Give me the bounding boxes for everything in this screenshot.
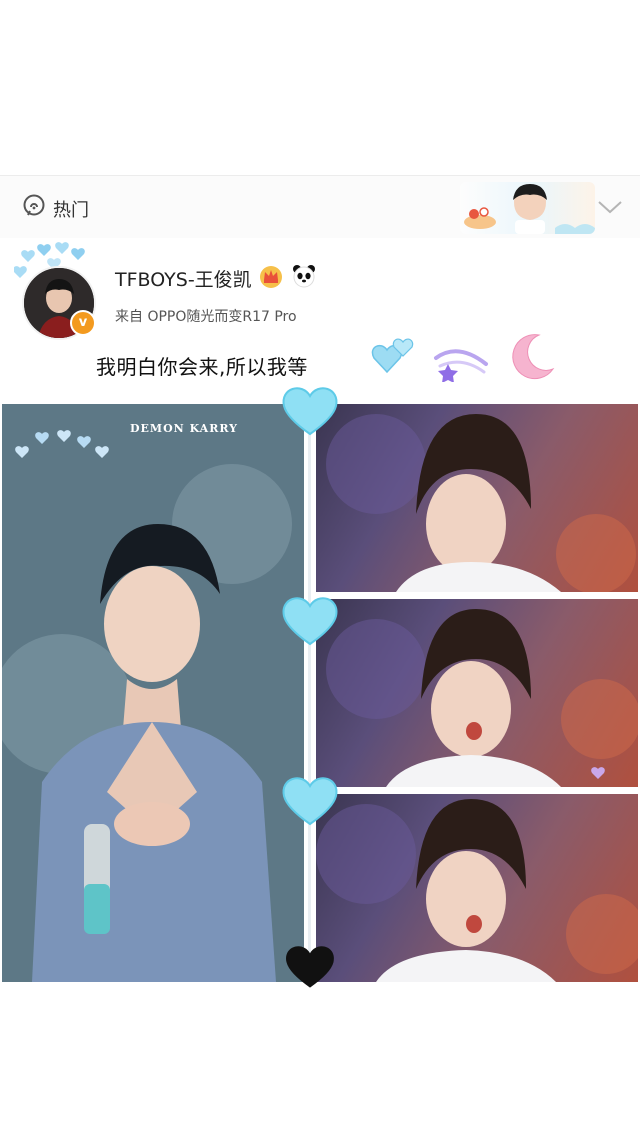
blue-hearts-icon [371,338,414,374]
black-heart-icon [286,946,334,988]
panda-icon [293,265,315,288]
hot-topic-icon[interactable] [22,194,46,218]
photo-cell-1[interactable] [316,404,638,592]
post-source: 来自 OPPO随光而变R17 Pro [115,309,297,325]
header-banner-image[interactable] [460,182,595,234]
photo-cell-2[interactable] [316,599,638,787]
photo-cell-3[interactable] [316,794,638,982]
chevron-down-icon[interactable] [596,198,624,216]
user-name[interactable]: TFBOYS-王俊凯 [115,265,252,292]
crown-icon [260,266,282,288]
photo-watermark: DEMON KARRY [130,422,239,435]
top-blank-area [0,0,640,175]
moon-icon [512,334,555,380]
post-body-text: 我明白你会来,所以我等 [96,355,308,379]
divider-line [308,420,311,980]
blue-heart-icon [282,777,338,826]
blue-heart-icon [282,597,338,646]
header-bar: 热门 [0,175,640,239]
hot-tab-label[interactable]: 热门 [53,196,89,222]
main-photo[interactable]: DEMON KARRY [2,404,304,982]
blue-heart-icon [282,387,338,436]
shooting-star-icon [434,349,488,382]
post-header: v TFBOYS-王俊凯 来自 OPPO随光而变R17 Pro 我明白你会来,所… [0,238,640,398]
verified-badge: v [70,310,96,336]
photo-grid: DEMON KARRY [0,387,640,988]
photo-strip [316,404,638,982]
